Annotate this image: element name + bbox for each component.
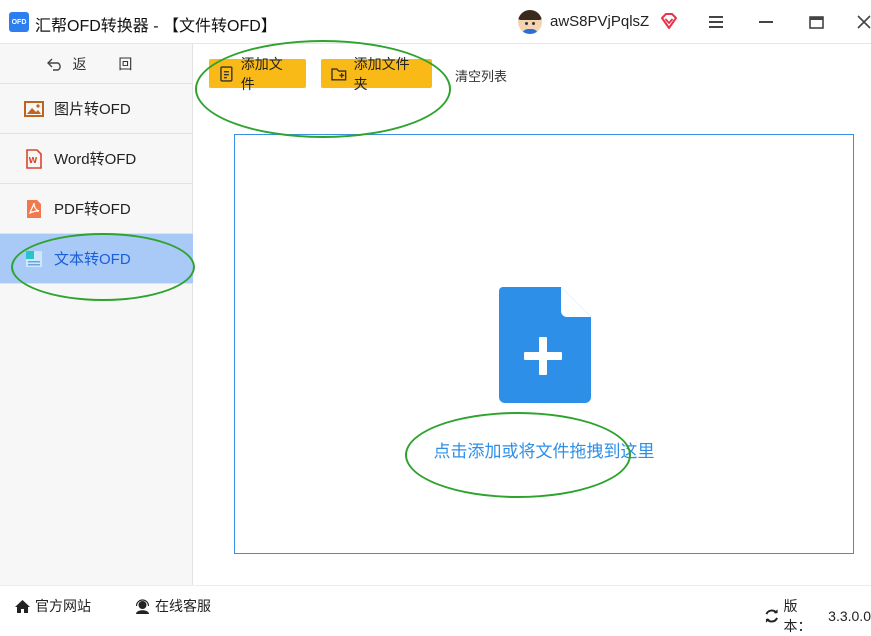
sidebar-item-word-to-ofd[interactable]: W Word转OFD — [0, 134, 193, 184]
home-icon — [15, 599, 30, 613]
add-document-icon — [499, 287, 591, 403]
online-support-link[interactable]: 在线客服 — [134, 596, 211, 616]
annotation-ellipse-sidebar — [11, 233, 195, 301]
svg-text:W: W — [29, 156, 38, 165]
version-number: 3.3.0.0 — [828, 608, 871, 624]
clear-list-button[interactable]: 清空列表 — [455, 66, 507, 85]
maximize-icon — [808, 15, 824, 29]
sidebar-item-pdf-to-ofd[interactable]: PDF转OFD — [0, 184, 193, 234]
app-logo-icon: OFD — [9, 12, 29, 32]
annotation-ellipse-toolbar — [195, 40, 451, 138]
image-icon — [24, 100, 44, 117]
sidebar-item-label: PDF转OFD — [54, 201, 131, 218]
sidebar: 返 回 图片转OFD W Word转OFD PDF转OFD 文本转OFD — [0, 44, 193, 585]
hamburger-icon — [709, 16, 723, 28]
back-button[interactable]: 返 回 — [0, 44, 193, 84]
version-label: 版本： — [783, 598, 812, 634]
close-icon — [857, 15, 871, 29]
footer: 官方网站 在线客服 版本： 3.3.0.0 — [0, 585, 871, 634]
annotation-ellipse-drop-text — [405, 412, 631, 498]
website-label: 官方网站 — [35, 598, 91, 614]
sidebar-item-image-to-ofd[interactable]: 图片转OFD — [0, 84, 193, 134]
window-title: 汇帮OFD转换器 - 【文件转OFD】 — [35, 18, 277, 35]
sidebar-item-label: Word转OFD — [54, 151, 137, 168]
sidebar-item-label: 图片转OFD — [54, 101, 131, 118]
back-arrow-icon — [46, 58, 61, 71]
maximize-button[interactable] — [802, 8, 830, 36]
minimize-icon — [759, 21, 773, 23]
official-website-link[interactable]: 官方网站 — [14, 596, 91, 616]
pdf-icon — [27, 199, 41, 218]
minimize-button[interactable] — [752, 8, 780, 36]
word-icon: W — [26, 148, 42, 169]
headset-icon — [135, 598, 150, 614]
refresh-icon — [765, 609, 778, 623]
version-info: 版本： 3.3.0.0 — [764, 596, 871, 636]
user-avatar[interactable] — [518, 10, 542, 34]
back-label: 返 回 — [72, 55, 147, 72]
menu-button[interactable] — [702, 8, 730, 36]
username[interactable]: awS8PVjPqlsZ — [550, 13, 649, 30]
vip-diamond-icon[interactable] — [659, 11, 679, 31]
close-button[interactable] — [850, 8, 871, 36]
title-bar: OFD 汇帮OFD转换器 - 【文件转OFD】 awS8PVjPqlsZ — [0, 0, 871, 44]
support-label: 在线客服 — [155, 598, 211, 614]
